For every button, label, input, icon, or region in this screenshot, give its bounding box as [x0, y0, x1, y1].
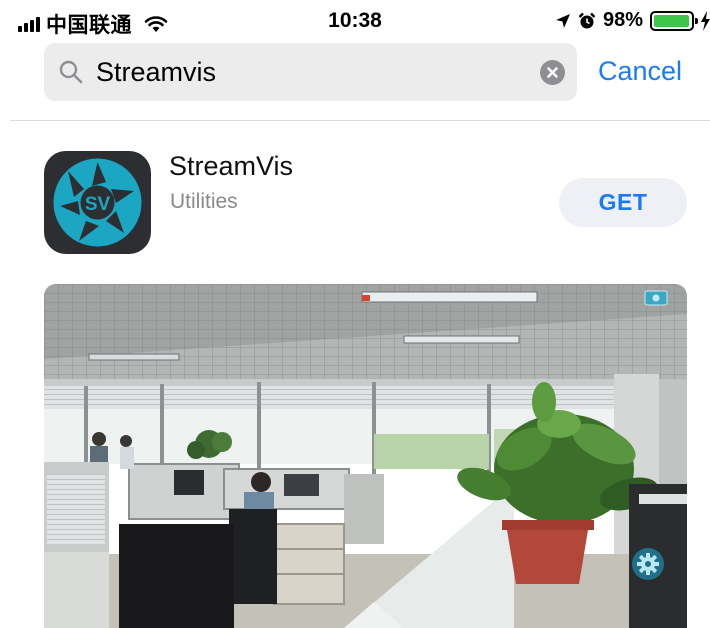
charging-bolt-icon [701, 10, 710, 31]
cancel-button[interactable]: Cancel [598, 56, 682, 87]
office-camera-image [44, 284, 687, 628]
battery-icon [650, 10, 698, 31]
battery-cap [695, 17, 698, 24]
camera-badge-icon [644, 290, 668, 306]
get-button[interactable]: GET [559, 178, 687, 227]
settings-gear-icon[interactable] [632, 548, 664, 580]
magnifier-icon [59, 60, 83, 84]
status-right: 98% [555, 9, 710, 32]
app-category: Utilities [170, 190, 238, 213]
clear-circle-icon[interactable] [540, 60, 565, 85]
app-store-search-screen: 中国联通 10:38 98% Streamvis Cancel SV Strea… [0, 0, 710, 628]
app-icon-text: SV [85, 194, 111, 215]
app-name[interactable]: StreamVis [169, 151, 293, 182]
status-bar: 中国联通 10:38 98% [0, 0, 710, 44]
battery-percent: 98% [602, 9, 643, 31]
app-icon[interactable]: SV [44, 151, 151, 254]
search-field[interactable] [44, 43, 577, 101]
app-screenshot-preview[interactable] [44, 284, 687, 628]
battery-level-fill [654, 14, 690, 27]
aperture-logo-icon: SV [53, 158, 142, 247]
alarm-clock-icon [578, 12, 596, 28]
location-arrow-icon [555, 13, 570, 28]
search-input[interactable] [96, 51, 516, 93]
divider [10, 120, 710, 121]
